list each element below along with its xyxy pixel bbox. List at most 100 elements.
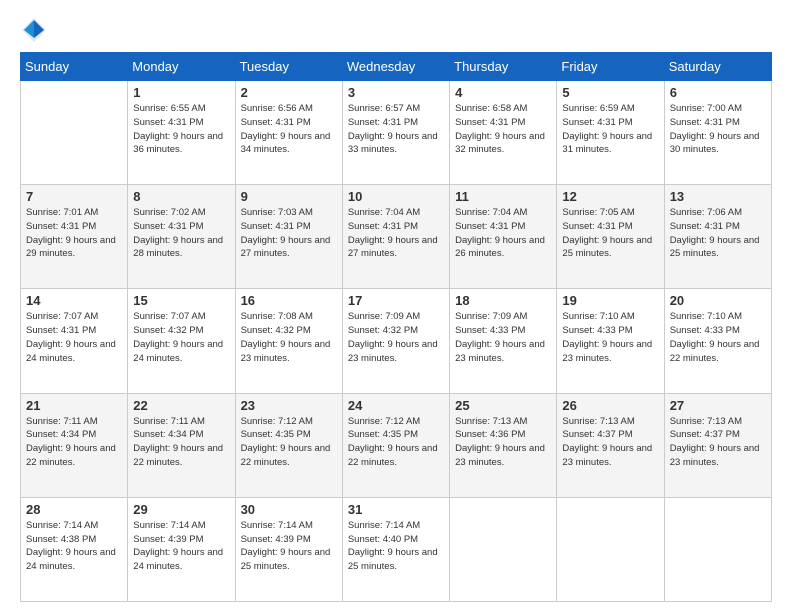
day-info: Sunrise: 7:05 AMSunset: 4:31 PMDaylight:…	[562, 206, 658, 261]
day-info: Sunrise: 7:04 AMSunset: 4:31 PMDaylight:…	[455, 206, 551, 261]
weekday-header-wednesday: Wednesday	[342, 53, 449, 81]
weekday-header-thursday: Thursday	[450, 53, 557, 81]
day-number: 31	[348, 502, 444, 517]
calendar-cell	[21, 81, 128, 185]
calendar-cell: 14Sunrise: 7:07 AMSunset: 4:31 PMDayligh…	[21, 289, 128, 393]
calendar: SundayMondayTuesdayWednesdayThursdayFrid…	[20, 52, 772, 602]
page: SundayMondayTuesdayWednesdayThursdayFrid…	[0, 0, 792, 612]
calendar-cell: 10Sunrise: 7:04 AMSunset: 4:31 PMDayligh…	[342, 185, 449, 289]
day-number: 22	[133, 398, 229, 413]
day-number: 14	[26, 293, 122, 308]
weekday-header-friday: Friday	[557, 53, 664, 81]
calendar-cell: 7Sunrise: 7:01 AMSunset: 4:31 PMDaylight…	[21, 185, 128, 289]
day-number: 8	[133, 189, 229, 204]
calendar-cell: 30 Sunrise: 7:14 AMSunset: 4:39 PMDayligh…	[235, 497, 342, 601]
day-number: 23	[241, 398, 337, 413]
weekday-header-monday: Monday	[128, 53, 235, 81]
calendar-cell: 9 Sunrise: 7:03 AMSunset: 4:31 PMDaylight…	[235, 185, 342, 289]
calendar-cell: 1 Sunrise: 6:55 AMSunset: 4:31 PMDaylight…	[128, 81, 235, 185]
logo	[20, 16, 52, 44]
calendar-cell: 28 Sunrise: 7:14 AMSunset: 4:38 PMDayligh…	[21, 497, 128, 601]
day-info: Sunrise: 7:11 AMSunset: 4:34 PMDaylight:…	[133, 415, 229, 470]
week-row-4: 28 Sunrise: 7:14 AMSunset: 4:38 PMDayligh…	[21, 497, 772, 601]
weekday-header-row: SundayMondayTuesdayWednesdayThursdayFrid…	[21, 53, 772, 81]
calendar-cell: 4 Sunrise: 6:58 AMSunset: 4:31 PMDaylight…	[450, 81, 557, 185]
day-number: 6	[670, 85, 766, 100]
calendar-cell: 18 Sunrise: 7:09 AMSunset: 4:33 PMDayligh…	[450, 289, 557, 393]
calendar-cell: 31 Sunrise: 7:14 AMSunset: 4:40 PMDayligh…	[342, 497, 449, 601]
calendar-cell: 23 Sunrise: 7:12 AMSunset: 4:35 PMDayligh…	[235, 393, 342, 497]
logo-icon	[20, 16, 48, 44]
week-row-0: 1 Sunrise: 6:55 AMSunset: 4:31 PMDaylight…	[21, 81, 772, 185]
calendar-cell: 17 Sunrise: 7:09 AMSunset: 4:32 PMDayligh…	[342, 289, 449, 393]
calendar-cell: 21 Sunrise: 7:11 AMSunset: 4:34 PMDayligh…	[21, 393, 128, 497]
day-info: Sunrise: 7:13 AMSunset: 4:36 PMDaylight:…	[455, 415, 551, 470]
day-number: 16	[241, 293, 337, 308]
calendar-cell: 20 Sunrise: 7:10 AMSunset: 4:33 PMDayligh…	[664, 289, 771, 393]
day-info: Sunrise: 7:06 AMSunset: 4:31 PMDaylight:…	[670, 206, 766, 261]
day-number: 15	[133, 293, 229, 308]
week-row-3: 21 Sunrise: 7:11 AMSunset: 4:34 PMDayligh…	[21, 393, 772, 497]
day-info: Sunrise: 6:55 AMSunset: 4:31 PMDaylight:…	[133, 102, 229, 157]
day-info: Sunrise: 7:09 AMSunset: 4:32 PMDaylight:…	[348, 310, 444, 365]
day-number: 30	[241, 502, 337, 517]
day-info: Sunrise: 7:14 AMSunset: 4:39 PMDaylight:…	[133, 519, 229, 574]
day-number: 25	[455, 398, 551, 413]
day-number: 13	[670, 189, 766, 204]
day-number: 12	[562, 189, 658, 204]
day-info: Sunrise: 7:10 AMSunset: 4:33 PMDaylight:…	[670, 310, 766, 365]
day-info: Sunrise: 7:12 AMSunset: 4:35 PMDaylight:…	[348, 415, 444, 470]
day-info: Sunrise: 7:10 AMSunset: 4:33 PMDaylight:…	[562, 310, 658, 365]
day-number: 9	[241, 189, 337, 204]
calendar-cell: 27Sunrise: 7:13 AMSunset: 4:37 PMDayligh…	[664, 393, 771, 497]
day-number: 5	[562, 85, 658, 100]
calendar-cell: 26Sunrise: 7:13 AMSunset: 4:37 PMDayligh…	[557, 393, 664, 497]
calendar-cell: 25 Sunrise: 7:13 AMSunset: 4:36 PMDayligh…	[450, 393, 557, 497]
calendar-cell: 2Sunrise: 6:56 AMSunset: 4:31 PMDaylight…	[235, 81, 342, 185]
calendar-cell: 19 Sunrise: 7:10 AMSunset: 4:33 PMDayligh…	[557, 289, 664, 393]
day-info: Sunrise: 7:11 AMSunset: 4:34 PMDaylight:…	[26, 415, 122, 470]
day-info: Sunrise: 7:08 AMSunset: 4:32 PMDaylight:…	[241, 310, 337, 365]
day-info: Sunrise: 6:57 AMSunset: 4:31 PMDaylight:…	[348, 102, 444, 157]
day-number: 19	[562, 293, 658, 308]
header	[20, 16, 772, 44]
calendar-cell	[557, 497, 664, 601]
calendar-cell: 13 Sunrise: 7:06 AMSunset: 4:31 PMDayligh…	[664, 185, 771, 289]
day-number: 26	[562, 398, 658, 413]
calendar-cell: 24Sunrise: 7:12 AMSunset: 4:35 PMDayligh…	[342, 393, 449, 497]
day-info: Sunrise: 7:14 AMSunset: 4:39 PMDaylight:…	[241, 519, 337, 574]
day-number: 17	[348, 293, 444, 308]
day-number: 29	[133, 502, 229, 517]
day-number: 4	[455, 85, 551, 100]
day-number: 11	[455, 189, 551, 204]
day-info: Sunrise: 7:02 AMSunset: 4:31 PMDaylight:…	[133, 206, 229, 261]
day-info: Sunrise: 7:07 AMSunset: 4:32 PMDaylight:…	[133, 310, 229, 365]
day-number: 3	[348, 85, 444, 100]
weekday-header-sunday: Sunday	[21, 53, 128, 81]
day-info: Sunrise: 7:01 AMSunset: 4:31 PMDaylight:…	[26, 206, 122, 261]
day-info: Sunrise: 7:14 AMSunset: 4:40 PMDaylight:…	[348, 519, 444, 574]
day-info: Sunrise: 6:59 AMSunset: 4:31 PMDaylight:…	[562, 102, 658, 157]
calendar-cell: 29 Sunrise: 7:14 AMSunset: 4:39 PMDayligh…	[128, 497, 235, 601]
day-number: 18	[455, 293, 551, 308]
day-info: Sunrise: 6:58 AMSunset: 4:31 PMDaylight:…	[455, 102, 551, 157]
day-number: 20	[670, 293, 766, 308]
day-number: 28	[26, 502, 122, 517]
day-info: Sunrise: 6:56 AMSunset: 4:31 PMDaylight:…	[241, 102, 337, 157]
day-info: Sunrise: 7:09 AMSunset: 4:33 PMDaylight:…	[455, 310, 551, 365]
day-info: Sunrise: 7:03 AMSunset: 4:31 PMDaylight:…	[241, 206, 337, 261]
calendar-cell: 22 Sunrise: 7:11 AMSunset: 4:34 PMDayligh…	[128, 393, 235, 497]
day-number: 21	[26, 398, 122, 413]
day-info: Sunrise: 7:00 AMSunset: 4:31 PMDaylight:…	[670, 102, 766, 157]
week-row-2: 14Sunrise: 7:07 AMSunset: 4:31 PMDayligh…	[21, 289, 772, 393]
calendar-cell: 16 Sunrise: 7:08 AMSunset: 4:32 PMDayligh…	[235, 289, 342, 393]
week-row-1: 7Sunrise: 7:01 AMSunset: 4:31 PMDaylight…	[21, 185, 772, 289]
calendar-cell: 6 Sunrise: 7:00 AMSunset: 4:31 PMDaylight…	[664, 81, 771, 185]
weekday-header-saturday: Saturday	[664, 53, 771, 81]
day-number: 27	[670, 398, 766, 413]
day-info: Sunrise: 7:14 AMSunset: 4:38 PMDaylight:…	[26, 519, 122, 574]
day-info: Sunrise: 7:04 AMSunset: 4:31 PMDaylight:…	[348, 206, 444, 261]
day-info: Sunrise: 7:12 AMSunset: 4:35 PMDaylight:…	[241, 415, 337, 470]
calendar-cell: 5 Sunrise: 6:59 AMSunset: 4:31 PMDaylight…	[557, 81, 664, 185]
day-number: 1	[133, 85, 229, 100]
